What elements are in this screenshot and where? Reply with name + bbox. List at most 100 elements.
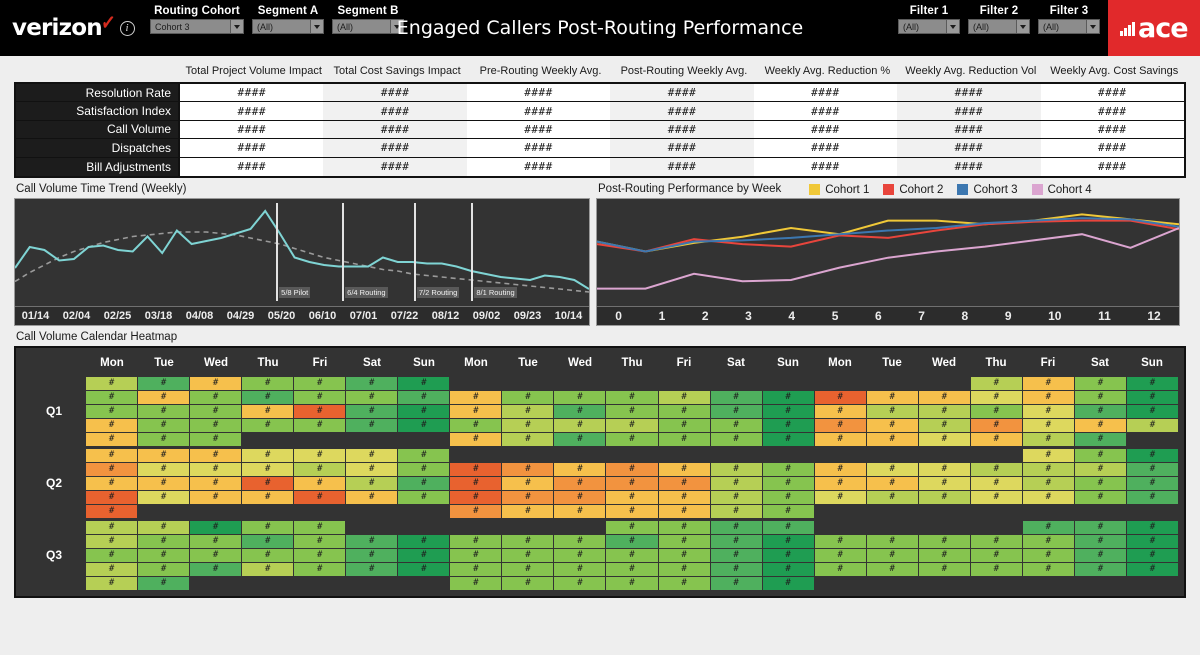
heatmap-cell[interactable]: # xyxy=(970,562,1022,576)
heatmap-cell[interactable]: # xyxy=(710,562,762,576)
heatmap-cell[interactable]: # xyxy=(138,520,190,534)
heatmap-cell[interactable]: # xyxy=(86,448,138,462)
heatmap-cell[interactable]: # xyxy=(762,548,814,562)
info-icon[interactable]: i xyxy=(112,0,142,56)
heatmap-cell[interactable]: # xyxy=(242,520,294,534)
heatmap-cell[interactable]: # xyxy=(814,462,866,476)
heatmap-cell[interactable]: # xyxy=(554,504,606,518)
heatmap-cell[interactable]: # xyxy=(814,404,866,418)
heatmap-cell[interactable]: # xyxy=(866,490,918,504)
heatmap-cell[interactable]: # xyxy=(918,548,970,562)
heatmap-cell[interactable]: # xyxy=(554,490,606,504)
heatmap-cell[interactable]: # xyxy=(502,432,554,446)
heatmap-cell[interactable]: # xyxy=(294,376,346,390)
heatmap-cell[interactable]: # xyxy=(710,404,762,418)
heatmap-cell[interactable]: # xyxy=(346,376,398,390)
heatmap-cell[interactable]: # xyxy=(970,476,1022,490)
heatmap-cell[interactable]: # xyxy=(606,534,658,548)
heatmap-cell[interactable]: # xyxy=(138,448,190,462)
heatmap-cell[interactable]: # xyxy=(346,418,398,432)
filter-routing-cohort-dropdown[interactable]: Cohort 3 xyxy=(150,19,244,34)
heatmap-cell[interactable]: # xyxy=(554,418,606,432)
heatmap-cell[interactable]: # xyxy=(1074,404,1126,418)
filter-segment-a-dropdown[interactable]: (All) xyxy=(252,19,324,34)
heatmap-cell[interactable]: # xyxy=(1074,376,1126,390)
heatmap-cell[interactable]: # xyxy=(190,462,242,476)
heatmap-cell[interactable]: # xyxy=(970,548,1022,562)
heatmap-cell[interactable]: # xyxy=(242,534,294,548)
chevron-down-icon[interactable] xyxy=(310,20,323,33)
legend-item[interactable]: Cohort 2 xyxy=(883,184,943,196)
heatmap-cell[interactable]: # xyxy=(1074,520,1126,534)
heatmap-cell[interactable]: # xyxy=(502,390,554,404)
heatmap-cell[interactable]: # xyxy=(1022,418,1074,432)
heatmap-cell[interactable]: # xyxy=(918,404,970,418)
heatmap-cell[interactable]: # xyxy=(918,432,970,446)
heatmap-cell[interactable]: # xyxy=(138,390,190,404)
heatmap-cell[interactable]: # xyxy=(606,418,658,432)
heatmap-cell[interactable]: # xyxy=(658,432,710,446)
heatmap-cell[interactable]: # xyxy=(242,376,294,390)
heatmap-cell[interactable]: # xyxy=(554,432,606,446)
heatmap-cell[interactable]: # xyxy=(450,504,502,518)
heatmap-cell[interactable]: # xyxy=(970,376,1022,390)
heatmap-cell[interactable]: # xyxy=(346,404,398,418)
heatmap-cell[interactable]: # xyxy=(138,404,190,418)
heatmap-cell[interactable]: # xyxy=(1126,490,1178,504)
heatmap-cell[interactable]: # xyxy=(450,432,502,446)
heatmap-cell[interactable]: # xyxy=(762,390,814,404)
heatmap-cell[interactable]: # xyxy=(190,534,242,548)
heatmap-cell[interactable]: # xyxy=(398,462,450,476)
legend-item[interactable]: Cohort 4 xyxy=(1031,184,1092,196)
heatmap-cell[interactable]: # xyxy=(554,548,606,562)
heatmap-cell[interactable]: # xyxy=(970,390,1022,404)
heatmap-cell[interactable]: # xyxy=(346,462,398,476)
heatmap-cell[interactable]: # xyxy=(710,520,762,534)
heatmap-cell[interactable]: # xyxy=(294,448,346,462)
heatmap-cell[interactable]: # xyxy=(606,576,658,590)
heatmap-cell[interactable]: # xyxy=(242,490,294,504)
heatmap-cell[interactable]: # xyxy=(450,404,502,418)
heatmap-cell[interactable]: # xyxy=(1126,462,1178,476)
heatmap-cell[interactable]: # xyxy=(502,534,554,548)
heatmap-cell[interactable]: # xyxy=(138,548,190,562)
heatmap-cell[interactable]: # xyxy=(866,534,918,548)
heatmap-cell[interactable]: # xyxy=(190,432,242,446)
heatmap-cell[interactable]: # xyxy=(294,404,346,418)
heatmap-cell[interactable]: # xyxy=(1074,548,1126,562)
heatmap-cell[interactable]: # xyxy=(242,462,294,476)
heatmap-cell[interactable]: # xyxy=(1126,476,1178,490)
heatmap-cell[interactable]: # xyxy=(346,548,398,562)
heatmap-cell[interactable]: # xyxy=(710,504,762,518)
heatmap-cell[interactable]: # xyxy=(346,390,398,404)
heatmap-cell[interactable]: # xyxy=(814,548,866,562)
heatmap-cell[interactable]: # xyxy=(190,404,242,418)
heatmap-cell[interactable]: # xyxy=(1022,490,1074,504)
heatmap-cell[interactable]: # xyxy=(658,404,710,418)
heatmap-cell[interactable]: # xyxy=(86,490,138,504)
heatmap-cell[interactable]: # xyxy=(814,562,866,576)
heatmap-cell[interactable]: # xyxy=(502,562,554,576)
heatmap-cell[interactable]: # xyxy=(190,476,242,490)
heatmap-cell[interactable]: # xyxy=(398,548,450,562)
heatmap-cell[interactable]: # xyxy=(658,476,710,490)
heatmap-cell[interactable]: # xyxy=(866,462,918,476)
heatmap-cell[interactable]: # xyxy=(710,418,762,432)
heatmap-cell[interactable]: # xyxy=(294,490,346,504)
heatmap-cell[interactable]: # xyxy=(814,432,866,446)
heatmap-cell[interactable]: # xyxy=(1022,562,1074,576)
heatmap-cell[interactable]: # xyxy=(1074,448,1126,462)
heatmap-cell[interactable]: # xyxy=(1126,404,1178,418)
heatmap-cell[interactable]: # xyxy=(346,490,398,504)
heatmap-cell[interactable]: # xyxy=(1126,448,1178,462)
heatmap-cell[interactable]: # xyxy=(190,376,242,390)
heatmap-cell[interactable]: # xyxy=(502,404,554,418)
heatmap-cell[interactable]: # xyxy=(502,504,554,518)
heatmap-cell[interactable]: # xyxy=(86,376,138,390)
filter-2-dropdown[interactable]: (All) xyxy=(968,19,1030,34)
heatmap-cell[interactable]: # xyxy=(658,462,710,476)
heatmap-cell[interactable]: # xyxy=(866,548,918,562)
heatmap-cell[interactable]: # xyxy=(606,432,658,446)
heatmap-cell[interactable]: # xyxy=(346,534,398,548)
heatmap-cell[interactable]: # xyxy=(1022,548,1074,562)
